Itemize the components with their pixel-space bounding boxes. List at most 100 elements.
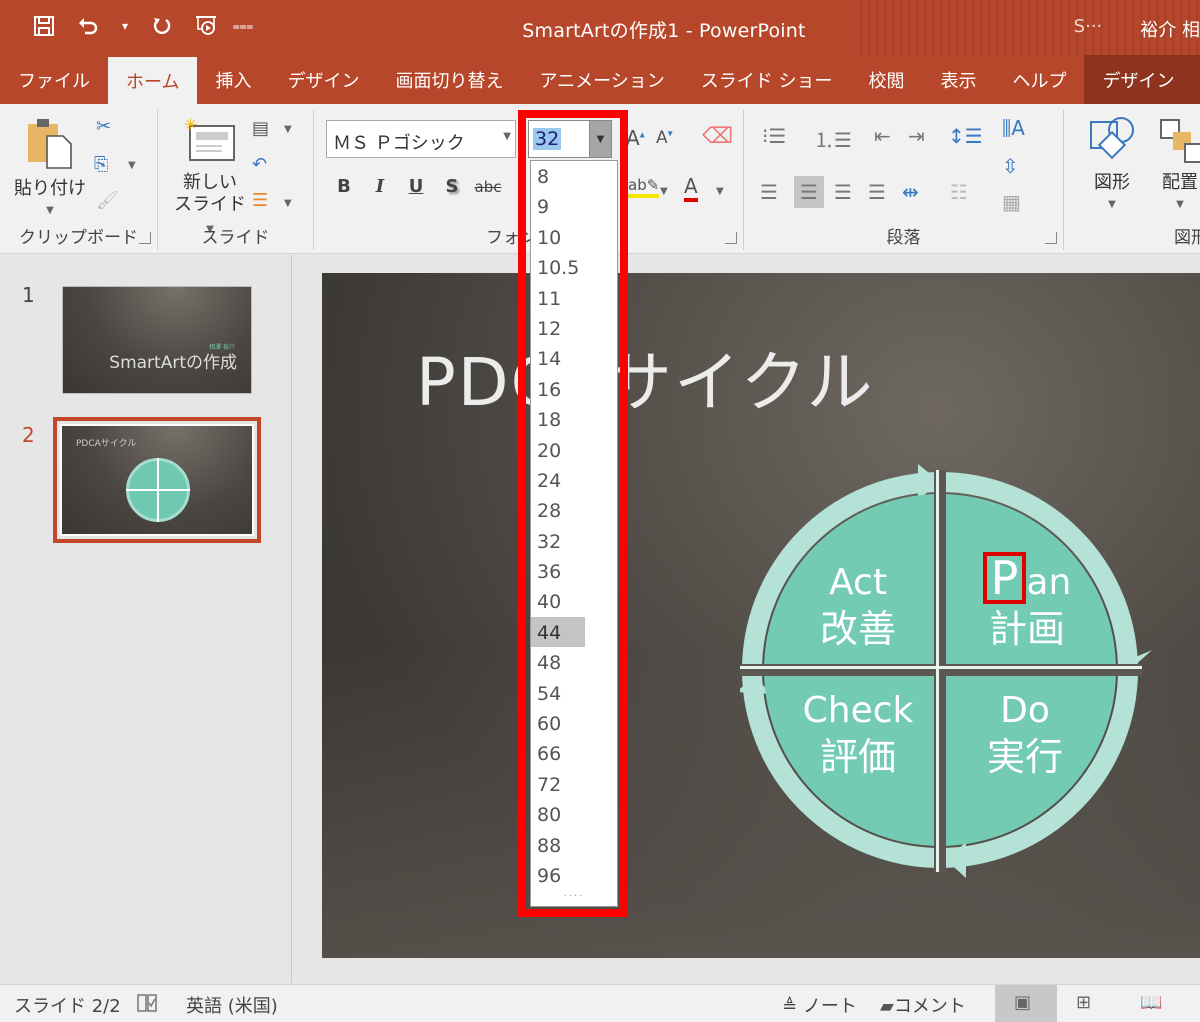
- font-size-option[interactable]: 44: [531, 616, 585, 648]
- strikethrough-button[interactable]: abc: [470, 178, 506, 196]
- smartart-pdca-cycle[interactable]: [740, 460, 1160, 880]
- font-size-option[interactable]: 16: [531, 374, 617, 404]
- align-right-icon[interactable]: ☰: [834, 180, 852, 204]
- font-color-dropdown-icon[interactable]: ▼: [716, 186, 724, 197]
- cycle-segment-act[interactable]: Act 改善: [788, 560, 928, 652]
- font-size-dropdown-icon[interactable]: ▼: [589, 121, 611, 157]
- cycle-segment-plan[interactable]: Pan 計画: [962, 552, 1092, 652]
- italic-button[interactable]: I: [362, 176, 398, 197]
- reset-slide-icon[interactable]: ↶: [252, 154, 267, 175]
- copy-icon[interactable]: ⎘: [94, 154, 108, 175]
- font-size-option[interactable]: 54: [531, 678, 617, 708]
- section-icon[interactable]: ☰: [252, 190, 268, 211]
- align-left-icon[interactable]: ☰: [760, 180, 778, 204]
- cycle-segment-do[interactable]: Do 実行: [960, 688, 1090, 780]
- slide-thumbnail-2[interactable]: PDCAサイクル: [53, 417, 261, 543]
- highlight-dropdown-icon[interactable]: ▼: [660, 186, 668, 197]
- numbering-icon[interactable]: ⒈☰: [814, 124, 852, 153]
- clipboard-launcher-icon[interactable]: [139, 232, 151, 244]
- font-name-dropdown-icon[interactable]: ▼: [503, 131, 511, 142]
- tab-smartart-design[interactable]: デザイン: [1084, 55, 1193, 104]
- shapes-button[interactable]: 図形 ▼: [1084, 114, 1140, 216]
- paragraph-launcher-icon[interactable]: [1045, 232, 1057, 244]
- slide-sorter-icon[interactable]: ⊞: [1076, 992, 1091, 1013]
- font-size-option[interactable]: 96: [531, 860, 617, 890]
- copy-dropdown-icon[interactable]: ▼: [128, 160, 136, 171]
- text-shadow-button[interactable]: S: [434, 176, 470, 197]
- search-hint[interactable]: S···: [1074, 16, 1103, 42]
- cycle-segment-check[interactable]: Check 評価: [786, 688, 930, 780]
- shapes-dropdown-icon[interactable]: ▼: [1084, 194, 1140, 216]
- paste-dropdown-icon[interactable]: ▼: [14, 200, 86, 222]
- text-direction-icon[interactable]: ⫼A: [1002, 116, 1025, 140]
- tab-help[interactable]: ヘルプ: [994, 55, 1084, 104]
- layout-dropdown-icon[interactable]: ▼: [284, 124, 292, 135]
- font-size-option[interactable]: 10.5: [531, 252, 617, 282]
- font-size-value[interactable]: 32: [533, 128, 562, 150]
- notes-button[interactable]: ≜ ノート: [782, 992, 857, 1018]
- paste-button[interactable]: 貼り付け ▼: [14, 116, 86, 222]
- font-launcher-icon[interactable]: [725, 232, 737, 244]
- tab-view[interactable]: 表示: [922, 55, 994, 104]
- smartart-convert-icon[interactable]: ▦: [1002, 190, 1021, 214]
- font-size-option[interactable]: 24: [531, 465, 617, 495]
- spell-check-icon[interactable]: [136, 992, 158, 1019]
- font-size-option[interactable]: 12: [531, 313, 617, 343]
- font-size-option[interactable]: 14: [531, 343, 617, 373]
- font-size-dropdown-list[interactable]: 8 9 10 10.5 11 12 14 16 18 20 24 28 32 36 40 44 48 54 60 66…: [530, 160, 618, 907]
- cut-icon[interactable]: ✂: [96, 116, 111, 137]
- slide-title[interactable]: PDCAサイクル: [416, 329, 875, 425]
- font-size-option[interactable]: 40: [531, 586, 617, 616]
- tab-insert[interactable]: 挿入: [197, 55, 269, 104]
- font-size-option[interactable]: 9: [531, 191, 617, 221]
- font-size-option[interactable]: 18: [531, 404, 617, 434]
- arrange-button[interactable]: 配置 ▼: [1152, 114, 1200, 216]
- language-indicator[interactable]: 英語 (米国): [186, 992, 278, 1018]
- tab-home[interactable]: ホーム: [108, 57, 198, 104]
- tab-transitions[interactable]: 画面切り替え: [377, 55, 521, 104]
- tab-review[interactable]: 校閲: [850, 55, 922, 104]
- comments-button[interactable]: ▰コメント: [880, 992, 966, 1018]
- arrange-dropdown-icon[interactable]: ▼: [1152, 194, 1200, 216]
- decrease-indent-icon[interactable]: ⇤: [874, 124, 891, 148]
- normal-view-icon[interactable]: ▣: [1014, 992, 1031, 1013]
- plan-p-highlight[interactable]: P: [982, 552, 1027, 604]
- font-size-option[interactable]: 66: [531, 738, 617, 768]
- font-size-option[interactable]: 72: [531, 769, 617, 799]
- font-size-option[interactable]: 11: [531, 283, 617, 313]
- tab-design[interactable]: デザイン: [269, 55, 377, 104]
- slide-thumbnail-1[interactable]: 相澤 裕介 SmartArtの作成: [62, 286, 252, 394]
- clear-formatting-icon[interactable]: ⌫: [702, 124, 733, 149]
- format-painter-icon[interactable]: 🖌: [96, 190, 119, 211]
- underline-button[interactable]: U: [398, 176, 434, 197]
- font-size-option[interactable]: 80: [531, 799, 617, 829]
- columns-icon[interactable]: ☷: [950, 180, 968, 204]
- shrink-font-icon[interactable]: A▾: [656, 128, 673, 148]
- line-spacing-icon[interactable]: ↕☰: [948, 124, 983, 148]
- bold-button[interactable]: B: [326, 176, 362, 197]
- tab-animations[interactable]: アニメーション: [521, 55, 682, 104]
- reading-view-icon[interactable]: 📖: [1140, 992, 1162, 1013]
- tab-file[interactable]: ファイル: [0, 55, 108, 104]
- bullets-icon[interactable]: ⁝☰: [762, 124, 786, 148]
- font-color-icon[interactable]: A: [684, 174, 698, 202]
- section-dropdown-icon[interactable]: ▼: [284, 198, 292, 209]
- increase-indent-icon[interactable]: ⇥: [908, 124, 925, 148]
- font-size-combobox[interactable]: 32 ▼: [528, 120, 612, 158]
- font-size-option[interactable]: 8: [531, 161, 617, 191]
- font-size-option[interactable]: 20: [531, 435, 617, 465]
- tab-format[interactable]: 書: [1192, 55, 1200, 104]
- font-size-option[interactable]: 60: [531, 708, 617, 738]
- align-text-icon[interactable]: ⇳: [1002, 154, 1019, 178]
- grow-font-icon[interactable]: A▴: [626, 126, 645, 150]
- font-name-combobox[interactable]: ＭＳ Ｐゴシック ▼: [326, 120, 516, 158]
- justify-icon[interactable]: ☰: [868, 180, 886, 204]
- tab-slideshow[interactable]: スライド ショー: [683, 55, 851, 104]
- font-size-option[interactable]: 88: [531, 830, 617, 860]
- dropdown-more-indicator[interactable]: ····: [531, 891, 617, 902]
- font-size-option[interactable]: 48: [531, 647, 617, 677]
- highlight-color-icon[interactable]: ab✎: [628, 176, 660, 198]
- font-size-option[interactable]: 36: [531, 556, 617, 586]
- user-name[interactable]: 裕介 相: [1140, 16, 1200, 42]
- font-size-option[interactable]: 32: [531, 526, 617, 556]
